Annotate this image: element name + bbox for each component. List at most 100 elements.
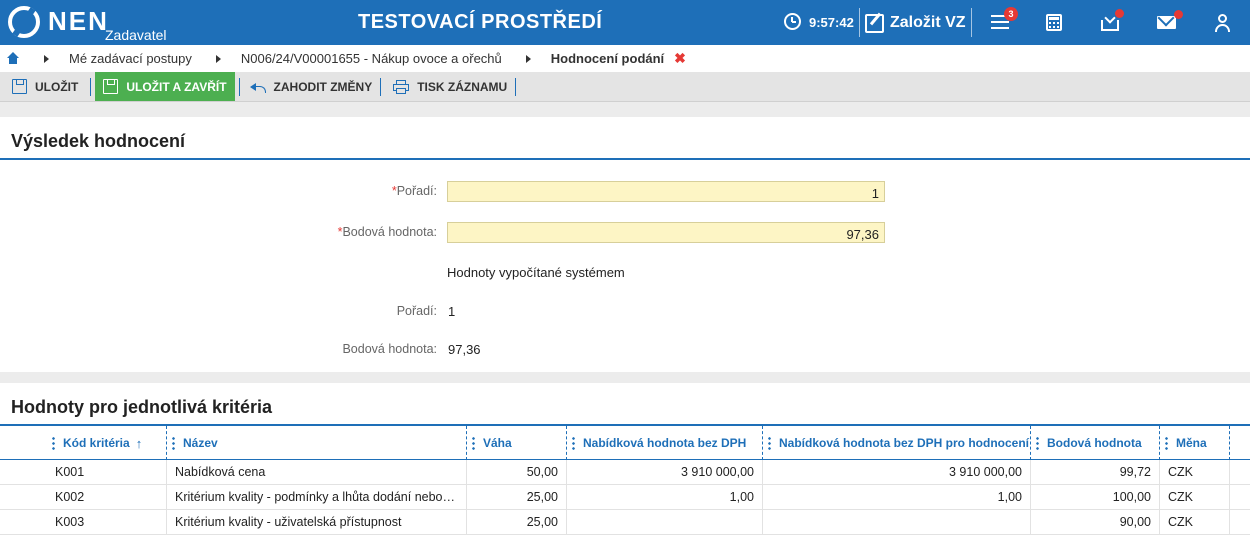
save-label: ULOŽIT (35, 79, 79, 94)
header-divider (859, 8, 860, 37)
order-input[interactable] (447, 181, 885, 202)
score-row: *Bodová hodnota: (0, 222, 1250, 244)
discard-changes-button[interactable]: ZAHODIT ZMĚNY (240, 73, 381, 101)
cell-offer-value-eval: 3 910 000,00 (763, 460, 1031, 485)
cell-offer-value: 3 910 000,00 (567, 460, 763, 485)
score-input[interactable] (447, 222, 885, 243)
breadcrumb-arrow-icon (44, 54, 49, 63)
cell-name: Nabídková cena (167, 460, 467, 485)
system-order-row: Pořadí: 1 (0, 301, 1250, 323)
breadcrumb-current: Hodnocení podání (550, 51, 665, 66)
edit-icon (865, 13, 884, 33)
menu-icon[interactable]: 3 (990, 7, 1018, 34)
nen-logo-icon[interactable] (8, 6, 40, 38)
breadcrumb-arrow-icon (215, 54, 221, 63)
column-grip-icon[interactable] (52, 436, 55, 450)
print-record-label: TISK ZÁZNAMU (417, 79, 508, 94)
brand-subtitle: Zadavatel (105, 27, 167, 43)
cell-offer-value-eval: 1,00 (763, 485, 1031, 510)
column-header-weight[interactable]: Váha (467, 426, 567, 460)
notification-count-badge: 3 (1004, 7, 1018, 21)
brand-name[interactable]: NEN (48, 6, 109, 37)
score-label: *Bodová hodnota: (337, 225, 437, 239)
top-bar: NEN Zadavatel TESTOVACÍ PROSTŘEDÍ 9:57:4… (0, 0, 1250, 45)
mail-icon[interactable] (1157, 9, 1183, 34)
system-order-value: 1 (448, 304, 456, 319)
user-icon[interactable] (1213, 12, 1235, 34)
new-vz-label: Založit VZ (890, 14, 966, 31)
cell-name: Kritérium kvality - uživatelská přístupn… (167, 510, 467, 535)
table-row[interactable]: K002 Kritérium kvality - podmínky a lhůt… (0, 485, 1250, 510)
floppy-disk-icon (103, 79, 119, 94)
cell-currency: CZK (1160, 485, 1230, 510)
cell-score: 90,00 (1031, 510, 1160, 535)
cell-offer-value-eval (763, 510, 1031, 535)
printer-icon (393, 79, 410, 94)
column-header-offer-value[interactable]: Nabídková hodnota bez DPH (567, 426, 763, 460)
evaluation-result-title: Výsledek hodnocení (0, 117, 1250, 160)
sort-ascending-icon: ↑ (135, 435, 143, 451)
environment-title: TESTOVACÍ PROSTŘEDÍ (358, 11, 603, 33)
close-tab-icon[interactable]: ✖ (674, 50, 686, 67)
cell-code: K002 (47, 485, 167, 510)
print-record-button[interactable]: TISK ZÁZNAMU (381, 73, 515, 101)
column-header-currency[interactable]: Měna (1160, 426, 1230, 460)
toolbar-divider (515, 77, 517, 96)
header-divider (971, 8, 972, 37)
new-vz-button[interactable]: Založit VZ (865, 11, 966, 35)
system-score-row: Bodová hodnota: 97,36 (0, 339, 1250, 361)
system-values-heading: Hodnoty vypočítané systémem (447, 265, 625, 280)
breadcrumb-item-procedure[interactable]: N006/24/V00001655 - Nákup ovoce a ořechů (241, 51, 502, 66)
cell-weight: 50,00 (467, 460, 567, 485)
floppy-disk-icon (12, 79, 27, 94)
column-grip-icon[interactable] (768, 436, 771, 450)
column-grip-icon[interactable] (1036, 436, 1039, 450)
cell-code: K001 (47, 460, 167, 485)
home-icon[interactable] (6, 52, 20, 65)
criteria-panel: Hodnoty pro jednotlivá kritéria Kód krit… (0, 383, 1250, 552)
table-row[interactable]: K003 Kritérium kvality - uživatelská pří… (0, 510, 1250, 535)
column-header-score[interactable]: Bodová hodnota (1031, 426, 1160, 460)
inbox-alert-dot (1115, 9, 1124, 18)
criteria-title: Hodnoty pro jednotlivá kritéria (0, 383, 1250, 426)
toolbar: ULOŽIT ULOŽIT A ZAVŘÍT ZAHODIT ZMĚNY TIS… (0, 72, 1250, 102)
system-order-label: Pořadí: (396, 304, 437, 318)
order-row: *Pořadí: (0, 181, 1250, 203)
mail-alert-dot (1174, 10, 1183, 19)
save-and-close-label: ULOŽIT A ZAVŘÍT (126, 79, 227, 94)
save-and-close-button[interactable]: ULOŽIT A ZAVŘÍT (95, 72, 235, 101)
inbox-download-icon[interactable] (1100, 9, 1124, 34)
cell-score: 100,00 (1031, 485, 1160, 510)
calculator-icon[interactable] (1045, 12, 1067, 34)
criteria-table: Kód kritéria ↑ Název Váha Nabídková hodno… (0, 426, 1250, 535)
column-header-name[interactable]: Název (167, 426, 467, 460)
discard-changes-label: ZAHODIT ZMĚNY (273, 79, 373, 94)
system-score-label: Bodová hodnota: (342, 342, 437, 356)
cell-offer-value: 1,00 (567, 485, 763, 510)
column-grip-icon[interactable] (572, 436, 575, 450)
cell-offer-value (567, 510, 763, 535)
undo-icon (249, 81, 266, 93)
save-button[interactable]: ULOŽIT (0, 73, 86, 101)
cell-weight: 25,00 (467, 485, 567, 510)
session-time: 9:57:42 (809, 15, 854, 30)
cell-currency: CZK (1160, 460, 1230, 485)
column-grip-icon[interactable] (472, 436, 475, 450)
table-header: Kód kritéria ↑ Název Váha Nabídková hodno… (0, 426, 1250, 460)
evaluation-result-panel: Výsledek hodnocení *Pořadí: *Bodová hodn… (0, 117, 1250, 372)
breadcrumb: Mé zadávací postupy N006/24/V00001655 - … (0, 45, 1250, 72)
cell-code: K003 (47, 510, 167, 535)
toolbar-divider (90, 77, 92, 96)
column-header-offer-value-eval[interactable]: Nabídková hodnota bez DPH pro hodnocení (763, 426, 1031, 460)
system-score-value: 97,36 (448, 342, 481, 357)
cell-weight: 25,00 (467, 510, 567, 535)
order-label: *Pořadí: (391, 184, 437, 198)
table-row[interactable]: K001 Nabídková cena 50,00 3 910 000,00 3… (0, 460, 1250, 485)
column-header-code[interactable]: Kód kritéria ↑ (47, 426, 167, 460)
column-grip-icon[interactable] (1165, 436, 1168, 450)
breadcrumb-item-my-procedures[interactable]: Mé zadávací postupy (69, 51, 192, 66)
cell-name: Kritérium kvality - podmínky a lhůta dod… (167, 485, 467, 510)
breadcrumb-arrow-icon (525, 54, 531, 63)
cell-currency: CZK (1160, 510, 1230, 535)
column-grip-icon[interactable] (172, 436, 175, 450)
